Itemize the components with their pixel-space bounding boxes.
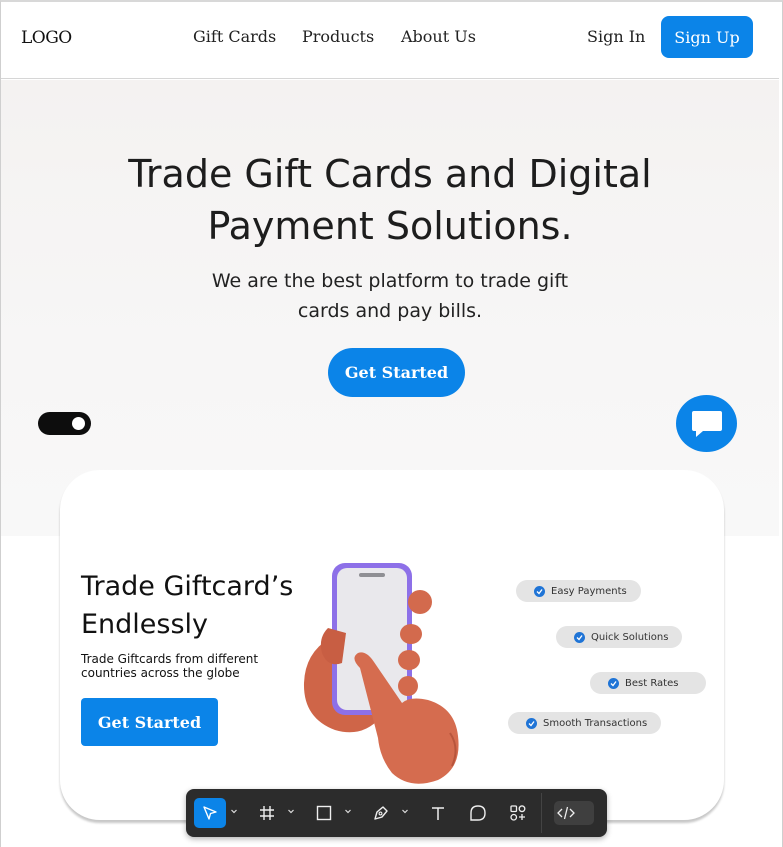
move-tool-button[interactable]	[194, 798, 226, 828]
toolbar-divider	[541, 793, 542, 833]
check-circle-icon	[574, 631, 585, 643]
rectangle-icon	[316, 805, 332, 821]
chevron-down-icon[interactable]	[401, 807, 409, 815]
chat-bubble-icon	[691, 410, 722, 437]
feature-label: Smooth Transactions	[543, 717, 648, 729]
chevron-down-icon[interactable]	[287, 807, 295, 815]
nav-link-gift-cards[interactable]: Gift Cards	[193, 27, 276, 46]
hero-subtitle-line: We are the best platform to trade gift	[211, 270, 569, 292]
design-toolbar	[186, 789, 607, 837]
feature-pill-smooth-transactions: Smooth Transactions	[508, 712, 662, 734]
hero-subtitle: We are the best platform to trade gift c…	[1, 266, 779, 326]
comment-tool-button[interactable]	[467, 798, 489, 828]
hero-subtitle-line: cards and pay bills.	[297, 300, 483, 322]
check-circle-icon	[534, 585, 545, 597]
chevron-down-icon[interactable]	[230, 807, 238, 815]
chevron-down-icon[interactable]	[344, 807, 352, 815]
top-navbar: LOGO Gift Cards Products About Us Sign I…	[1, 2, 779, 79]
hero-title-line: Payment Solutions.	[207, 204, 573, 248]
card-title-line: Trade Giftcard’s	[81, 571, 294, 602]
pen-icon	[374, 806, 388, 820]
move-icon	[203, 806, 217, 820]
text-tool-button[interactable]	[427, 798, 449, 828]
frame-tool-button[interactable]	[256, 798, 278, 828]
components-tool-button[interactable]	[507, 798, 529, 828]
giftcard-feature-card: Trade Giftcard’s Endlessly Trade Giftcar…	[60, 470, 724, 820]
dev-mode-toggle[interactable]	[554, 801, 594, 825]
sign-in-link[interactable]: Sign In	[587, 27, 645, 46]
hero-title: Trade Gift Cards and Digital Payment Sol…	[1, 148, 779, 252]
dev-mode-icon	[557, 806, 575, 820]
logo[interactable]: LOGO	[21, 28, 72, 48]
feature-pill-quick-solutions: Quick Solutions	[556, 626, 683, 648]
feature-label: Quick Solutions	[591, 631, 669, 643]
card-title: Trade Giftcard’s Endlessly	[81, 568, 321, 644]
feature-pill-easy-payments: Easy Payments	[516, 580, 641, 602]
pen-tool-button[interactable]	[370, 798, 392, 828]
hand-phone-illustration	[303, 563, 459, 784]
feature-label: Easy Payments	[551, 585, 627, 597]
chat-button[interactable]	[676, 395, 737, 452]
nav-link-products[interactable]: Products	[302, 27, 374, 46]
feature-label: Best Rates	[625, 677, 679, 689]
toggle-knob	[72, 417, 85, 430]
feature-pill-best-rates: Best Rates	[590, 672, 707, 694]
theme-toggle[interactable]	[38, 412, 91, 435]
card-description-line: countries across the globe	[81, 666, 240, 680]
components-icon	[510, 805, 526, 821]
get-started-button[interactable]: Get Started	[328, 348, 465, 397]
comment-icon	[470, 805, 486, 821]
sign-up-button[interactable]: Sign Up	[661, 16, 753, 58]
card-description: Trade Giftcards from different countries…	[81, 652, 281, 680]
frame-icon	[260, 806, 274, 820]
shape-tool-button[interactable]	[313, 798, 335, 828]
check-circle-icon	[608, 677, 619, 689]
hero-title-line: Trade Gift Cards and Digital	[128, 152, 652, 196]
nav-link-about-us[interactable]: About Us	[401, 27, 476, 46]
card-get-started-button[interactable]: Get Started	[81, 698, 218, 746]
card-title-line: Endlessly	[81, 609, 209, 640]
hero-section: Trade Gift Cards and Digital Payment Sol…	[1, 80, 779, 536]
check-circle-icon	[526, 717, 537, 729]
card-description-line: Trade Giftcards from different	[81, 652, 259, 666]
text-icon	[432, 807, 444, 820]
